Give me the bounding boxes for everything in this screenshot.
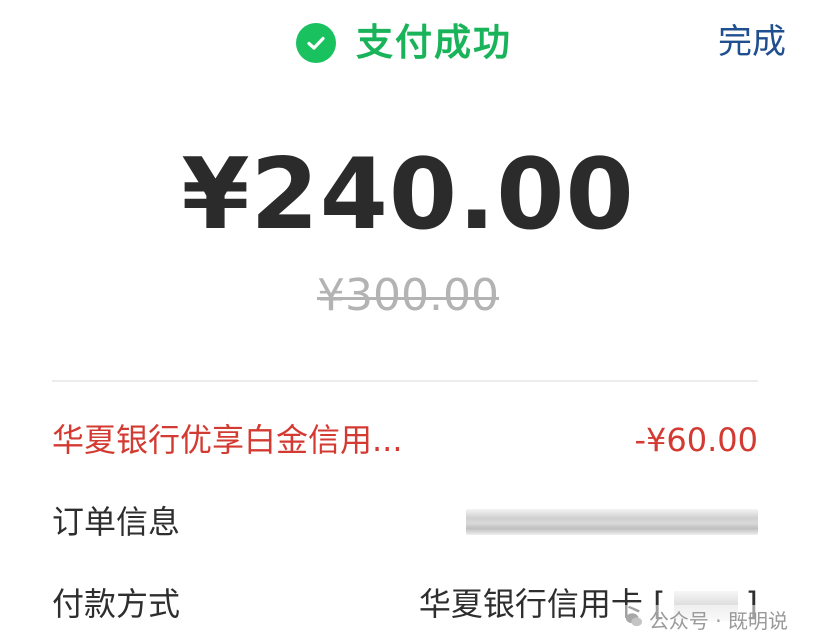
payment-status: 支付成功: [296, 18, 512, 68]
order-info-label: 订单信息: [52, 503, 181, 541]
discount-value: -¥60.00: [634, 421, 758, 459]
original-amount: ¥300.00: [317, 268, 499, 324]
wechat-icon: [625, 612, 643, 626]
done-button[interactable]: 完成: [718, 18, 786, 66]
original-amount-container: ¥300.00: [0, 268, 816, 324]
watermark: 公众号 · 既明说: [622, 605, 790, 634]
discount-label: 华夏银行优享白金信用...: [52, 421, 403, 459]
discount-row[interactable]: 华夏银行优享白金信用... -¥60.00: [52, 416, 758, 464]
redacted-order-info: [466, 509, 758, 535]
watermark-text: 公众号 · 既明说: [648, 609, 788, 633]
payment-success-page: 支付成功 完成 ¥240.00 ¥300.00 华夏银行优享白金信用... -¥…: [0, 0, 816, 642]
status-title: 支付成功: [356, 21, 512, 64]
divider: [52, 380, 758, 382]
paid-amount: ¥240.00: [181, 138, 635, 252]
payment-method-label: 付款方式: [52, 585, 181, 623]
header: 支付成功 完成: [0, 0, 816, 90]
check-circle-icon: [296, 23, 336, 63]
order-info-row[interactable]: 订单信息: [52, 498, 758, 546]
